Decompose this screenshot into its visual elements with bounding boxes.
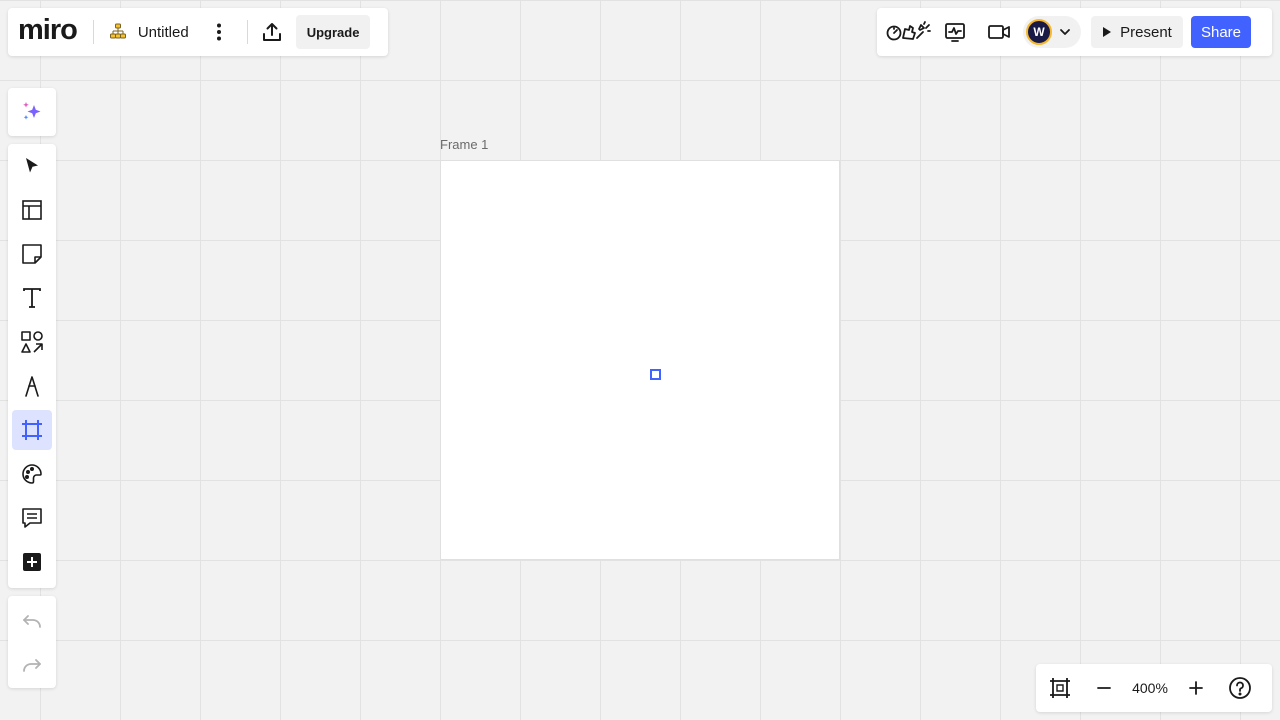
collaboration-bar: W Present Share [877,8,1272,56]
zoom-in-button[interactable] [1180,672,1212,704]
minus-icon [1097,687,1111,689]
redo-icon [23,659,41,672]
present-button[interactable]: Present [1091,16,1183,48]
selection-handle[interactable] [650,369,661,380]
board-title[interactable]: Untitled [138,24,189,41]
present-label: Present [1120,23,1172,41]
avatar[interactable]: W [1026,19,1052,45]
collaborators-menu[interactable]: W [1023,16,1081,48]
board-header: miro Untitled Upgrade [8,8,388,56]
pen-icon [25,376,39,397]
share-button[interactable]: Share [1191,16,1251,48]
tool-pen[interactable] [12,366,52,406]
plus-icon [1189,681,1203,695]
shapes-icon [21,331,43,353]
fit-to-screen-button[interactable] [1044,672,1076,704]
frame-title[interactable]: Frame 1 [440,137,488,152]
board-org-icon[interactable] [108,22,128,42]
undo-button[interactable] [12,600,52,640]
timer-activity-icon[interactable] [939,16,971,48]
chevron-down-icon[interactable] [1059,26,1071,38]
sparkle-icon [23,102,41,120]
board-menu-kebab-icon[interactable] [203,16,235,48]
comment-icon [22,508,42,528]
plus-square-icon [23,553,41,571]
sticker-icon [22,464,42,484]
ai-assist-button[interactable] [8,88,56,136]
undo-icon [23,615,41,628]
video-call-icon[interactable] [983,16,1015,48]
cursor-icon [26,158,38,173]
zoom-controls: 400% [1036,664,1272,712]
text-icon [23,288,41,308]
divider [92,20,94,44]
tool-select[interactable] [12,146,52,186]
upgrade-button[interactable]: Upgrade [295,15,371,49]
frame[interactable] [440,160,840,560]
tool-comment[interactable] [12,498,52,538]
tool-text[interactable] [12,278,52,318]
play-icon [1103,27,1112,37]
tool-stickers[interactable] [12,454,52,494]
tool-more-apps[interactable] [12,542,52,582]
tools-toolbar [8,144,56,588]
tool-frame[interactable] [12,410,52,450]
help-button[interactable] [1224,672,1256,704]
redo-button[interactable] [12,644,52,684]
help-icon [1229,677,1251,699]
history-toolbar [8,596,56,688]
divider [246,20,248,44]
tool-templates[interactable] [12,190,52,230]
templates-icon [22,200,42,220]
tool-sticky-note[interactable] [12,234,52,274]
miro-logo[interactable]: miro [18,15,78,45]
export-upload-icon[interactable] [256,16,288,48]
zoom-out-button[interactable] [1088,672,1120,704]
reactions-icon[interactable] [885,16,933,48]
sticky-note-icon [22,244,42,264]
zoom-level[interactable]: 400% [1120,680,1180,696]
frame-list-icon [1050,678,1070,698]
frame-icon [22,420,42,440]
tool-shapes[interactable] [12,322,52,362]
